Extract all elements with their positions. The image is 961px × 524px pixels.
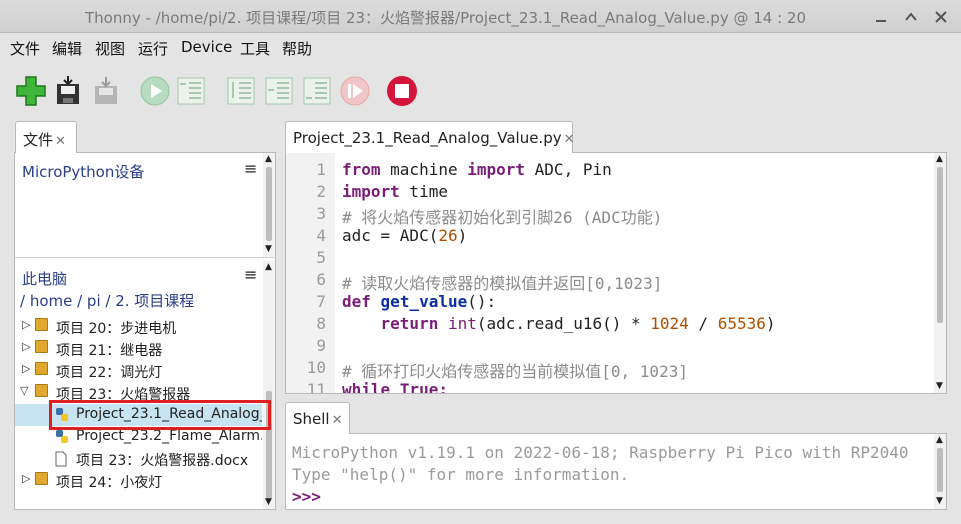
- shell-output-line: MicroPython v1.19.1 on 2022-06-18; Raspb…: [292, 443, 909, 462]
- folder-icon: [35, 384, 48, 397]
- tab-files-label: 文件: [23, 131, 54, 149]
- computer-menu-icon[interactable]: ≡: [244, 265, 257, 284]
- files-panel: MicroPython设备 ≡ ▲ ▼ 此电脑 ≡ / home / pi / …: [14, 152, 277, 510]
- shell-scrollbar[interactable]: ▲ ▼: [934, 434, 946, 509]
- tree-item-folder[interactable]: ▷ 项目 21：继电器: [15, 338, 262, 360]
- step-into-icon[interactable]: [262, 74, 296, 108]
- folder-icon: [35, 472, 48, 485]
- close-icon[interactable]: [932, 8, 950, 26]
- tree-item-folder[interactable]: ▷ 项目 20：步进电机: [15, 316, 262, 338]
- resume-icon[interactable]: [338, 74, 372, 108]
- menu-edit[interactable]: 编辑: [52, 38, 82, 59]
- computer-title: 此电脑: [22, 270, 68, 288]
- device-menu-icon[interactable]: ≡: [244, 159, 257, 178]
- menu-device[interactable]: Device: [181, 38, 232, 56]
- tab-shell[interactable]: Shell ✕: [285, 402, 350, 434]
- window-title: Thonny - /home/pi/2. 项目课程/项目 23：火焰警报器/Pr…: [85, 9, 806, 27]
- device-scrollbar[interactable]: ▲ ▼: [263, 153, 275, 257]
- shell-panel[interactable]: MicroPython v1.19.1 on 2022-06-18; Raspb…: [285, 433, 947, 510]
- tree-item-folder[interactable]: ▷ 项目 22：调光灯: [15, 360, 262, 382]
- open-file-icon[interactable]: [51, 74, 85, 108]
- save-icon[interactable]: [89, 74, 123, 108]
- document-icon: [55, 451, 67, 470]
- close-icon[interactable]: ✕: [55, 134, 66, 149]
- file-tree-scrollbar[interactable]: ▲ ▼: [263, 261, 275, 509]
- close-icon[interactable]: ✕: [564, 132, 575, 147]
- shell-tab-label: Shell: [293, 410, 330, 428]
- new-file-icon[interactable]: [14, 74, 48, 108]
- toolbar: [0, 62, 961, 118]
- breadcrumb[interactable]: / home / pi / 2. 项目课程: [20, 290, 194, 311]
- tab-editor-file[interactable]: Project_23.1_Read_Analog_Value.py ✕: [285, 121, 575, 153]
- maximize-icon[interactable]: [902, 8, 920, 26]
- tree-item-file[interactable]: 项目 23：火焰警报器.docx: [15, 448, 262, 470]
- debug-icon[interactable]: [174, 74, 208, 108]
- menu-view[interactable]: 视图: [95, 38, 125, 59]
- title-bar: Thonny - /home/pi/2. 项目课程/项目 23：火焰警报器/Pr…: [0, 0, 961, 33]
- menu-help[interactable]: 帮助: [282, 38, 312, 59]
- folder-icon: [35, 318, 48, 331]
- python-file-icon: [55, 429, 69, 448]
- shell-output-line: Type "help()" for more information.: [292, 465, 630, 484]
- stop-icon[interactable]: [385, 74, 419, 108]
- menu-file[interactable]: 文件: [10, 38, 40, 59]
- tab-files[interactable]: 文件 ✕: [15, 121, 77, 153]
- shell-prompt[interactable]: >>>: [292, 487, 321, 506]
- close-icon[interactable]: ✕: [332, 413, 343, 428]
- step-over-icon[interactable]: [224, 74, 258, 108]
- folder-icon: [35, 340, 48, 353]
- device-title: MicroPython设备: [22, 163, 145, 181]
- highlight-box: [49, 400, 271, 430]
- menu-run[interactable]: 运行: [138, 38, 168, 59]
- menu-tools[interactable]: 工具: [240, 38, 270, 59]
- editor-scrollbar[interactable]: ▲ ▼: [934, 153, 946, 393]
- editor-tab-label: Project_23.1_Read_Analog_Value.py: [293, 129, 562, 147]
- code-editor[interactable]: 1 from machine import ADC, Pin 2 import ti…: [285, 152, 947, 394]
- tree-item-folder[interactable]: ▷ 项目 24：小夜灯: [15, 470, 262, 492]
- step-out-icon[interactable]: [300, 74, 334, 108]
- menu-bar: 文件 编辑 视图 运行 Device 工具 帮助: [0, 34, 961, 62]
- folder-icon: [35, 362, 48, 375]
- run-icon[interactable]: [138, 74, 172, 108]
- minimize-icon[interactable]: [872, 8, 890, 26]
